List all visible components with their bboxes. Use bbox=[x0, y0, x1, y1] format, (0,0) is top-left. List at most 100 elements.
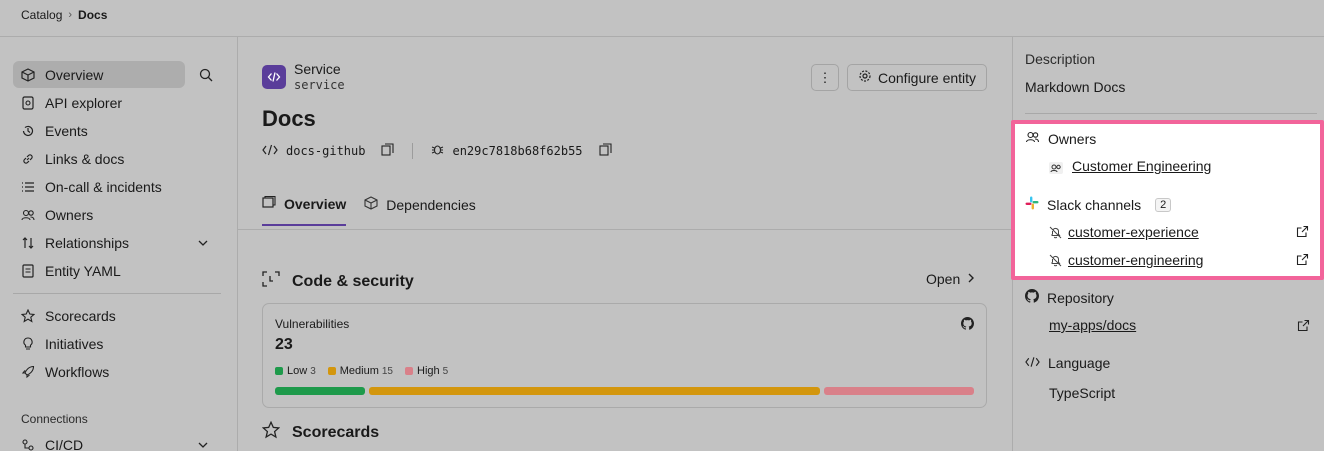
divider bbox=[1025, 113, 1317, 114]
section-title: Scorecards bbox=[292, 423, 380, 441]
vulnerability-legend: Low 3 Medium 15 High 5 bbox=[275, 365, 448, 377]
legend-high-label: High bbox=[417, 365, 440, 377]
sidebar-item-label: Events bbox=[45, 122, 88, 139]
sidebar-item-oncall[interactable]: On-call & incidents bbox=[13, 173, 185, 200]
list-icon bbox=[21, 180, 35, 194]
vulnerability-bar-low bbox=[275, 387, 366, 395]
cube-icon bbox=[364, 196, 378, 213]
sidebar-item-cicd[interactable]: CI/CD bbox=[13, 431, 208, 451]
users-icon bbox=[21, 208, 35, 222]
bell-off-icon bbox=[1049, 254, 1062, 270]
slack-channel-link[interactable]: customer-experience bbox=[1068, 224, 1199, 240]
top-bar: Catalog › Docs bbox=[0, 0, 1324, 37]
tabs: Overview Dependencies bbox=[262, 195, 476, 226]
legend-high: High 5 bbox=[405, 365, 448, 377]
sidebar-item-label: Links & docs bbox=[45, 150, 125, 167]
code-icon bbox=[1025, 355, 1040, 371]
vulnerabilities-card: Vulnerabilities 23 Low 3 Medium 15 High 5 bbox=[262, 303, 987, 408]
sidebar-item-scorecards[interactable]: Scorecards bbox=[13, 302, 185, 329]
divider bbox=[412, 143, 414, 159]
chevron-down-icon[interactable] bbox=[197, 236, 209, 252]
entity-kind: Service bbox=[294, 61, 341, 77]
tab-label: Dependencies bbox=[386, 196, 476, 213]
rocket-icon bbox=[21, 365, 35, 379]
sidebar-item-workflows[interactable]: Workflows bbox=[13, 358, 185, 385]
sidebar-item-links-docs[interactable]: Links & docs bbox=[13, 145, 185, 172]
entity-hash: en29c7818b68f62b55 bbox=[452, 144, 583, 158]
copy-icon[interactable] bbox=[598, 143, 612, 159]
open-link[interactable]: Open bbox=[926, 271, 976, 287]
tab-overview[interactable]: Overview bbox=[262, 195, 347, 226]
breadcrumb: Catalog › Docs bbox=[21, 8, 107, 22]
sidebar-item-label: Scorecards bbox=[45, 307, 116, 324]
entity-meta: docs-github en29c7818b68f62b55 bbox=[262, 143, 612, 159]
window-icon bbox=[262, 195, 276, 212]
file-icon bbox=[21, 263, 35, 278]
sidebar-item-initiatives[interactable]: Initiatives bbox=[13, 330, 185, 357]
sidebar-item-label: On-call & incidents bbox=[45, 178, 162, 195]
owner-link[interactable]: Customer Engineering bbox=[1072, 158, 1211, 174]
sidebar-item-label: Initiatives bbox=[45, 335, 104, 352]
slack-channel-link[interactable]: customer-engineering bbox=[1068, 252, 1203, 268]
api-icon bbox=[21, 95, 35, 110]
tab-dependencies[interactable]: Dependencies bbox=[364, 195, 476, 226]
sidebar-item-events[interactable]: Events bbox=[13, 117, 185, 144]
configure-entity-button[interactable]: Configure entity bbox=[847, 64, 987, 91]
repository-link[interactable]: my-apps/docs bbox=[1049, 317, 1136, 333]
github-icon bbox=[1025, 289, 1040, 306]
gear-icon bbox=[858, 69, 872, 86]
section-title: Code & security bbox=[292, 272, 414, 290]
vulnerability-bar-medium bbox=[369, 387, 820, 395]
language-label: Language bbox=[1048, 355, 1111, 371]
sidebar-item-label: Workflows bbox=[45, 363, 110, 380]
legend-low: Low 3 bbox=[275, 365, 316, 377]
github-icon[interactable] bbox=[961, 317, 975, 333]
legend-high-count: 5 bbox=[442, 366, 449, 377]
external-link-icon[interactable] bbox=[1296, 225, 1309, 241]
slack-label: Slack channels bbox=[1047, 196, 1142, 213]
language-heading: Language bbox=[1025, 355, 1110, 371]
sidebar-item-owners[interactable]: Owners bbox=[13, 201, 185, 228]
sidebar-item-label: CI/CD bbox=[45, 436, 84, 451]
search-icon[interactable] bbox=[199, 68, 213, 85]
repository-heading: Repository bbox=[1025, 289, 1114, 306]
main-content: Service service ⋮ Configure entity Docs … bbox=[238, 37, 1012, 451]
history-icon bbox=[21, 124, 35, 138]
sidebar-item-label: API explorer bbox=[45, 94, 123, 111]
users-icon bbox=[1025, 130, 1040, 147]
star-icon bbox=[261, 420, 281, 444]
high-swatch bbox=[405, 367, 413, 375]
more-options-button[interactable]: ⋮ bbox=[811, 64, 839, 91]
connections-heading: Connections bbox=[21, 412, 88, 426]
external-link-icon[interactable] bbox=[1297, 319, 1310, 335]
owners-label: Owners bbox=[1048, 130, 1097, 147]
cube-icon bbox=[21, 67, 35, 82]
legend-low-label: Low bbox=[287, 365, 308, 377]
chevron-down-icon[interactable] bbox=[197, 438, 209, 451]
legend-medium-label: Medium bbox=[339, 365, 379, 377]
description-value: Markdown Docs bbox=[1025, 79, 1126, 95]
copy-icon[interactable] bbox=[381, 143, 395, 159]
team-avatar-icon bbox=[1049, 161, 1063, 177]
sidebar-item-relationships[interactable]: Relationships bbox=[13, 229, 208, 256]
legend-medium: Medium 15 bbox=[327, 365, 393, 377]
sidebar-item-api-explorer[interactable]: API explorer bbox=[13, 89, 185, 116]
slack-heading: Slack channels 2 bbox=[1025, 196, 1172, 213]
sidebar-item-label: Entity YAML bbox=[45, 262, 121, 279]
sidebar-item-overview[interactable]: Overview bbox=[13, 61, 185, 88]
scorecards-heading: Scorecards bbox=[261, 420, 380, 444]
breadcrumb-catalog[interactable]: Catalog bbox=[21, 8, 62, 22]
language-value: TypeScript bbox=[1049, 385, 1116, 401]
more-icon: ⋮ bbox=[818, 69, 832, 85]
slack-count-badge: 2 bbox=[1155, 197, 1172, 212]
link-icon bbox=[21, 152, 35, 166]
sidebar-item-entity-yaml[interactable]: Entity YAML bbox=[13, 257, 185, 284]
external-link-icon[interactable] bbox=[1296, 253, 1309, 269]
star-icon bbox=[21, 308, 35, 323]
sidebar-item-label: Relationships bbox=[45, 234, 130, 251]
breadcrumb-current: Docs bbox=[78, 8, 108, 22]
tab-label: Overview bbox=[284, 195, 347, 212]
sidebar-item-label: Overview bbox=[45, 66, 104, 83]
page-title: Docs bbox=[262, 106, 316, 131]
divider bbox=[13, 293, 221, 294]
